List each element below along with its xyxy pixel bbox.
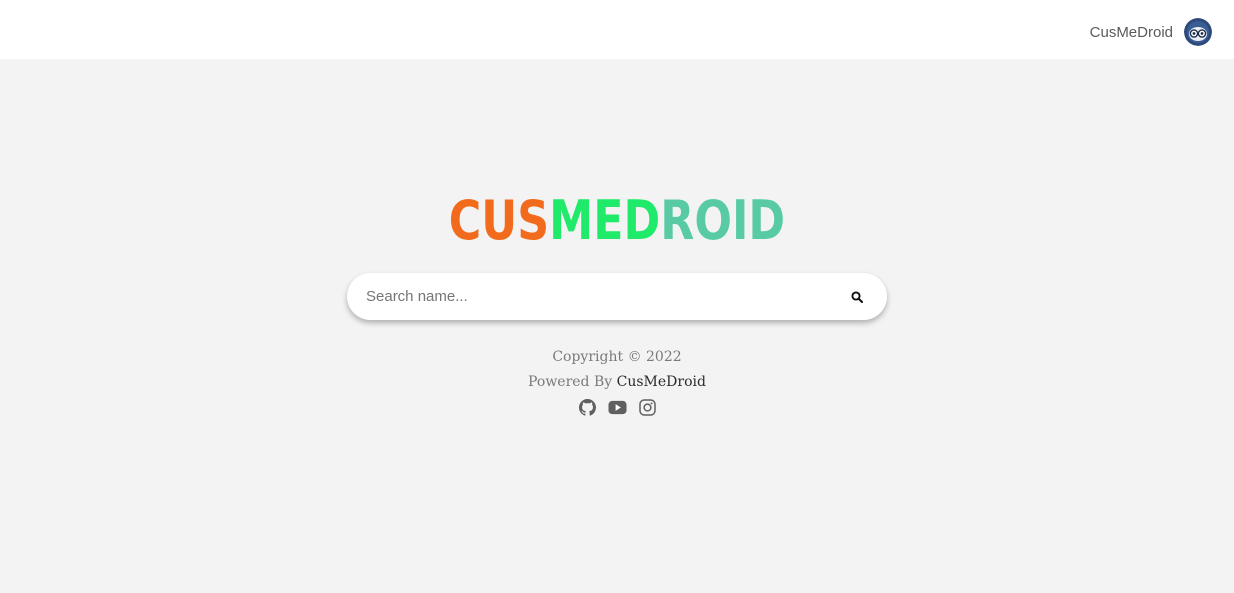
top-bar: CusMeDroid [0,0,1234,59]
logo-part-cus: CUS [448,189,550,252]
instagram-icon [638,399,656,416]
powered-by-line: Powered By CusMeDroid [0,371,1234,396]
social-links [0,398,1234,417]
youtube-icon [607,400,627,415]
powered-by-link[interactable]: CusMeDroid [617,374,706,390]
search-input[interactable] [366,273,826,320]
search-button[interactable] [847,287,867,307]
copyright-text: Copyright © 2022 [552,349,682,365]
username-label[interactable]: CusMeDroid [1090,24,1173,41]
user-menu[interactable]: CusMeDroid [1090,18,1212,46]
search-icon [851,291,863,303]
logo-part-med: MED [549,189,661,252]
owl-avatar-icon[interactable] [1184,18,1212,46]
footer: Copyright © 2022 Powered By CusMeDroid [0,346,1234,417]
youtube-link[interactable] [607,398,627,417]
logo-part-roid: ROID [660,189,786,252]
github-link[interactable] [578,398,597,417]
brand-logo: CUSMEDROID [111,188,1123,254]
github-icon [578,399,596,416]
instagram-link[interactable] [638,398,657,417]
search-bar [347,273,887,320]
powered-by-label: Powered By [528,374,617,390]
